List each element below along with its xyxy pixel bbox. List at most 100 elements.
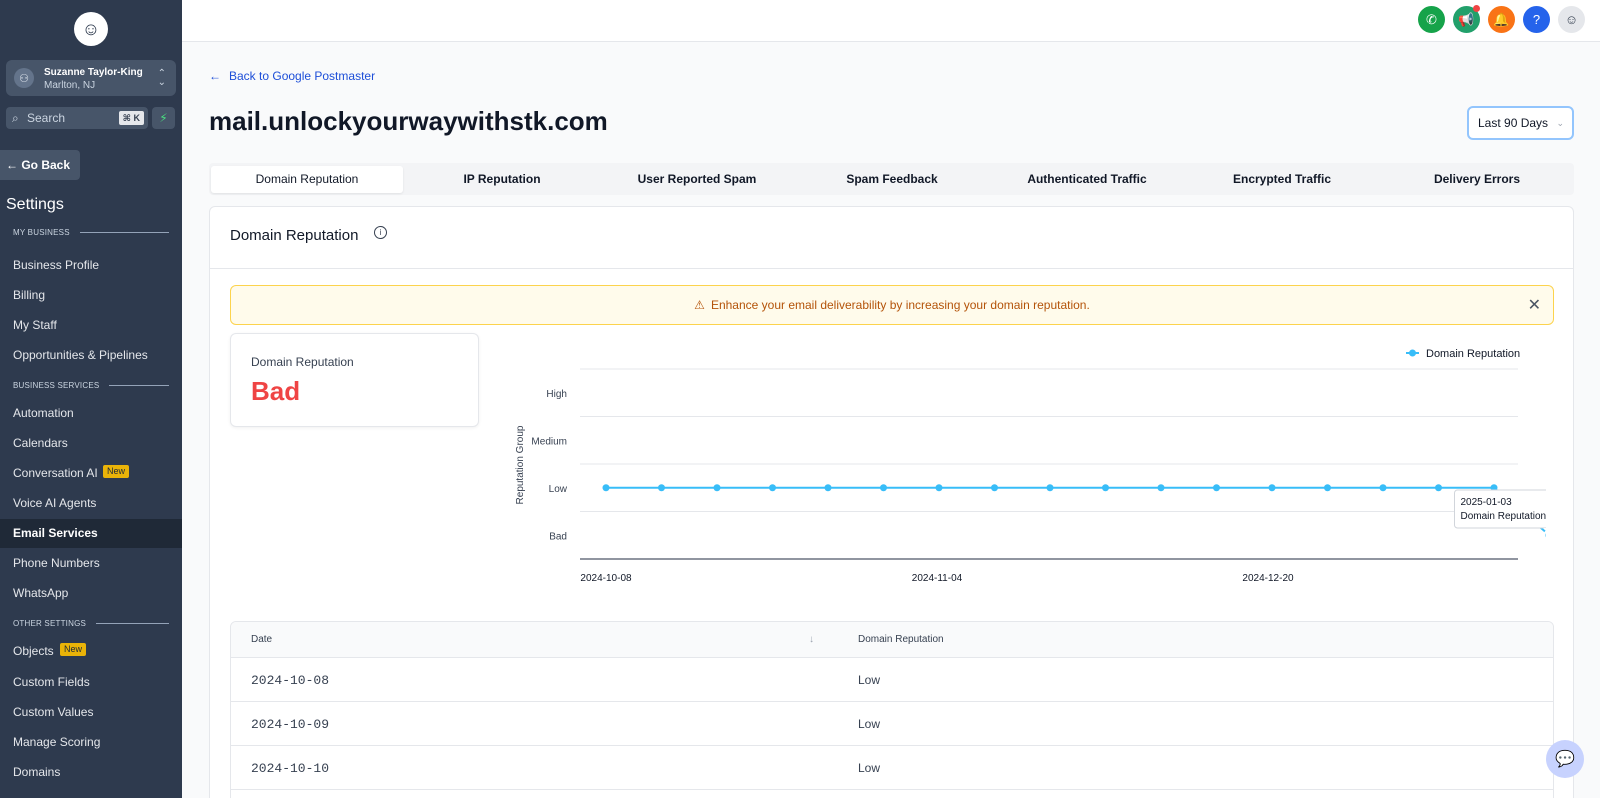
data-point (1379, 484, 1387, 492)
search-icon: ⌕ (12, 111, 19, 125)
search-input[interactable]: ⌕ Search ⌘ K (6, 107, 148, 129)
y-tick-label: Low (549, 484, 568, 495)
close-icon[interactable]: ✕ (1528, 295, 1541, 315)
x-tick-label: 2024-10-08 (580, 573, 632, 584)
y-tick-label: High (546, 389, 567, 400)
domain-reputation-card: Domain Reputation i ⚠ Enhance your email … (209, 206, 1582, 798)
y-axis-label: Reputation Group (515, 425, 526, 504)
x-tick-label: 2024-12-20 (1242, 573, 1294, 584)
sidebar-item-opportunities[interactable]: Opportunities & Pipelines (0, 341, 182, 370)
sidebar-item-conversation-ai[interactable]: Conversation AI New (0, 459, 182, 488)
warning-icon: ⚠ (694, 298, 705, 312)
phone-icon[interactable]: ✆ (1418, 6, 1445, 33)
sidebar-item-my-staff[interactable]: My Staff (0, 311, 182, 340)
avatar-icon[interactable]: ☺ (1558, 6, 1585, 33)
sidebar-item-business-profile[interactable]: Business Profile (0, 251, 182, 280)
data-point (1268, 484, 1276, 492)
cell-reputation: Low (858, 717, 881, 731)
top-bar: ✆ 📢 🔔 ? ☺ (182, 0, 1600, 42)
new-badge: New (60, 643, 87, 656)
sidebar-item-custom-values[interactable]: Custom Values (0, 698, 182, 727)
chart-svg: Bad Low Medium High Reputation Group 2024-10-… (515, 348, 1582, 584)
sidebar: ☺ ⚇ Suzanne Taylor-King Marlton, NJ ⌃ ⌄ ⌕… (0, 0, 182, 798)
notification-dot (1473, 5, 1480, 12)
data-point (824, 484, 832, 492)
sidebar-item-calendars[interactable]: Calendars (0, 429, 182, 458)
user-icon: ⚇ (14, 68, 34, 88)
data-point (1157, 484, 1165, 492)
tab-delivery-errors[interactable]: Delivery Errors (1381, 166, 1573, 193)
cell-date: 2024-10-09 (251, 717, 330, 732)
date-range-select[interactable]: Last 90 Days ⌄ (1467, 106, 1574, 140)
section-other-settings: OTHER SETTINGS (13, 619, 169, 628)
arrow-left-icon: ← (209, 69, 221, 83)
sidebar-item-phone-numbers[interactable]: Phone Numbers (0, 549, 182, 578)
sort-arrow-icon[interactable]: ↓ (809, 634, 814, 645)
section-business-services: BUSINESS SERVICES (13, 381, 169, 390)
sidebar-item-email-services[interactable]: Email Services (0, 519, 182, 548)
cell-date: 2024-10-08 (251, 673, 330, 688)
data-point (935, 484, 943, 492)
info-icon[interactable]: i (374, 226, 387, 239)
data-point (1324, 484, 1331, 492)
new-badge: New (103, 465, 130, 478)
back-to-postmaster-link[interactable]: ← Back to Google Postmaster (209, 69, 375, 83)
data-point (880, 484, 887, 492)
tab-authenticated-traffic[interactable]: Authenticated Traffic (991, 166, 1183, 193)
sidebar-item-manage-scoring[interactable]: Manage Scoring (0, 728, 182, 757)
cell-reputation: Low (858, 673, 881, 687)
report-tabs: Domain Reputation IP Reputation User Rep… (209, 163, 1574, 195)
data-point (1046, 484, 1054, 492)
sidebar-item-billing[interactable]: Billing (0, 281, 182, 310)
sidebar-item-whatsapp[interactable]: WhatsApp (0, 579, 182, 608)
quick-actions-bolt-icon[interactable]: ⚡ (152, 107, 175, 129)
card-header: Domain Reputation i (210, 207, 1573, 269)
data-point (991, 484, 998, 492)
table-header: Date ↓ Domain Reputation (231, 622, 1553, 658)
tooltip-date: 2025-01-03 (1461, 497, 1513, 508)
sidebar-item-voice-ai-agents[interactable]: Voice AI Agents (0, 489, 182, 518)
table-row: 2024-10-10 Low (231, 746, 1553, 790)
search-shortcut: ⌘ K (118, 111, 144, 125)
stat-label: Domain Reputation (251, 355, 354, 369)
tooltip-text: Domain Reputation: Bad (1461, 511, 1547, 522)
cell-date: 2024-10-10 (251, 761, 330, 776)
brand-logo[interactable]: ☺ (74, 12, 108, 46)
sidebar-item-objects[interactable]: Objects New (0, 637, 182, 666)
sidebar-item-label: Objects (13, 644, 54, 658)
data-point (658, 484, 665, 492)
sidebar-item-domains[interactable]: Domains (0, 758, 182, 787)
data-point (1435, 484, 1442, 492)
megaphone-icon[interactable]: 📢 (1453, 5, 1480, 33)
table-row: 2024-10-09 Low (231, 702, 1553, 746)
tab-encrypted-traffic[interactable]: Encrypted Traffic (1186, 166, 1378, 193)
tab-ip-reputation[interactable]: IP Reputation (406, 166, 598, 193)
reputation-table: Date ↓ Domain Reputation 2024-10-08 Low … (230, 621, 1554, 798)
page-title: mail.unlockyourwaywithstk.com (209, 106, 608, 136)
account-name: Suzanne Taylor-King (44, 67, 143, 78)
card-title: Domain Reputation (230, 227, 359, 244)
column-header-domain-reputation[interactable]: Domain Reputation (858, 634, 944, 645)
legend-label: Domain Reputation (1426, 348, 1520, 360)
account-location: Marlton, NJ (44, 80, 96, 91)
y-tick-label: Medium (531, 436, 567, 447)
sidebar-item-custom-fields[interactable]: Custom Fields (0, 668, 182, 697)
help-icon[interactable]: ? (1523, 6, 1550, 33)
sidebar-item-automation[interactable]: Automation (0, 399, 182, 428)
go-back-button[interactable]: ← Go Back (0, 150, 80, 180)
y-tick-label: Bad (549, 531, 567, 542)
tab-user-reported-spam[interactable]: User Reported Spam (601, 166, 793, 193)
tab-domain-reputation[interactable]: Domain Reputation (211, 166, 403, 193)
column-header-date[interactable]: Date (251, 634, 272, 645)
data-point (1543, 529, 1556, 542)
data-point (769, 484, 776, 492)
x-tick-label: 2024-11-04 (912, 573, 963, 584)
tooltip-box (1454, 489, 1582, 529)
data-point (713, 484, 721, 492)
support-chat-icon[interactable]: 💬 (1546, 740, 1584, 778)
account-switcher[interactable]: ⚇ Suzanne Taylor-King Marlton, NJ ⌃ ⌄ (6, 60, 176, 96)
cell-reputation: Low (858, 761, 881, 775)
bell-icon[interactable]: 🔔 (1488, 6, 1515, 33)
tab-spam-feedback[interactable]: Spam Feedback (796, 166, 988, 193)
search-placeholder: Search (27, 111, 66, 125)
